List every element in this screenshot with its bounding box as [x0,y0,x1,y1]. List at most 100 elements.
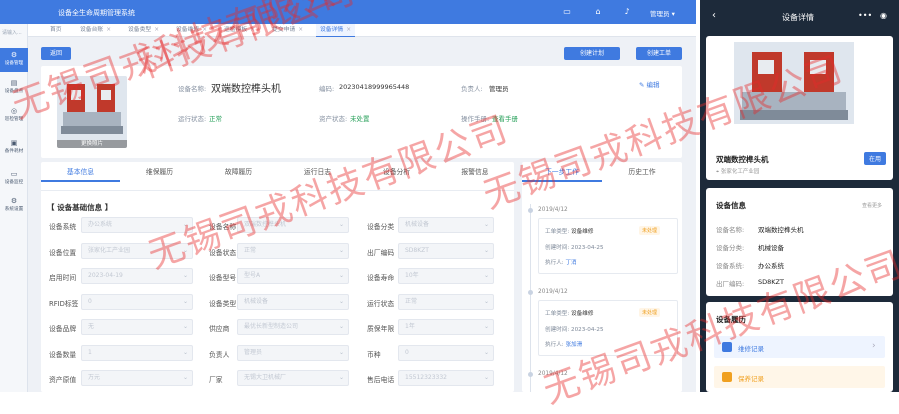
field-input[interactable]: 1 ⌄ [81,344,193,361]
chevron-down-icon: ⌄ [338,374,344,381]
tab-device-detail[interactable]: 设备详情 × [316,24,356,37]
bell-icon[interactable]: ♪ [622,7,632,17]
field-input[interactable]: 管理员 ⌄ [237,344,349,361]
view-more-link[interactable]: 查看更多 [862,202,882,209]
maintenance-record-item[interactable]: 保养记录 [714,366,885,388]
chevron-down-icon: ⌄ [182,297,188,305]
field-input[interactable]: 1年 ⌄ [398,319,494,335]
monitor-icon[interactable]: ▭ [562,7,572,17]
field-label: 售后电话 [367,376,395,384]
chevron-down-icon: ⌄ [338,323,344,330]
field-input[interactable]: 正常 ⌄ [398,293,494,310]
timeline-date: 2019/4/12 [538,207,568,213]
sidebar-search[interactable]: 请输入... [2,28,26,38]
settings-icon: ⚙ [10,197,18,205]
chevron-right-icon: › [872,341,876,351]
repair-record-item[interactable]: 维修记录 › [714,336,885,358]
history-title: 设备履历 [716,315,746,324]
chevron-down-icon: ⌄ [338,348,344,356]
field-input[interactable]: 0 ⌄ [81,293,193,310]
field-label: RFID标签 [49,299,79,308]
tab-apply[interactable]: 提交申请 × [268,24,307,37]
field-input[interactable]: 2023-04-19 ⌄ [81,268,193,284]
tab-run-log[interactable]: 运行日志 [278,162,357,182]
sidebar-item-device[interactable]: ⚙ 设备管理 [0,48,28,72]
info-value: 机械设备 [758,244,784,252]
sidebar-item-inventory[interactable]: ▤ 设备盘点 [0,76,28,100]
tab-maintenance[interactable]: 维保履历 [120,162,199,182]
field-input[interactable]: 办公系统 ⌄ [81,217,193,233]
field-label: 设备系统 [49,223,77,231]
chevron-down-icon: ⌄ [483,246,489,254]
field-label: 启用时间 [49,274,77,282]
mobile-info-card: 设备信息 查看更多 设备名称: 双端数控榫头机 设备分类: 机械设备 设备系统:… [706,188,893,296]
tab-alarm[interactable]: 报警信息 [436,162,514,182]
field-input[interactable]: 型号A ⌄ [237,268,349,284]
tab-repair[interactable]: 设备维修 × [172,24,211,37]
tab-template[interactable]: 巡检模板 × [220,24,259,37]
tab-ledger[interactable]: 设备台账 × [76,24,115,37]
tab-history-work[interactable]: 历史工作 [602,162,682,182]
field-label: 设备名称 [209,223,237,231]
field-input[interactable]: 15512323332 ⌄ [398,370,494,386]
sidebar-item-inspection[interactable]: ◎ 巡检管理 [0,104,28,128]
location-text: ⌖ 张家化工产业园 [716,169,760,175]
field-input[interactable]: 机械设备 ⌄ [237,293,349,310]
chevron-down-icon: ⌄ [182,374,188,381]
field-label: 质保年限 [367,325,395,333]
manual-link[interactable]: 查看手册 [492,113,518,123]
tab-analysis[interactable]: 设备分析 [357,162,436,182]
user-menu[interactable]: 管理员 ▾ [650,8,675,18]
field-input[interactable]: 张家化工产业园 ⌄ [81,242,193,259]
chevron-down-icon: ⌄ [338,221,344,228]
tab-next-work[interactable]: 下一步工作 [522,162,602,182]
back-button[interactable]: 返回 [41,47,71,60]
page-tabs: 首页 设备台账 × 设备类型 × 设备维修 × 巡检模板 × 提交申请 × 设备详情 × [28,24,696,37]
close-icon[interactable]: × [202,27,207,33]
app-title: 设备全生命周期管理系统 [58,9,135,17]
tab-home[interactable]: 首页 [46,24,66,37]
field-input[interactable]: 0 ⌄ [398,344,494,361]
create-order-button[interactable]: 创建工单 [636,47,682,60]
home-icon[interactable]: ⌂ [593,7,603,17]
tab-fault[interactable]: 故障履历 [199,162,278,182]
edit-button[interactable]: ✎ 编辑 [639,79,660,89]
run-status: 正常 [209,115,222,123]
mobile-header: ‹ 设备详情 ••• ◉ [700,0,899,32]
target-icon[interactable]: ◉ [880,11,887,20]
create-plan-button[interactable]: 创建计划 [564,47,620,60]
status-badge: 在用 [864,152,887,165]
field-input[interactable]: 10年 ⌄ [398,268,494,284]
field-input[interactable]: SD8KZT ⌄ [398,242,494,259]
repair-icon [722,342,732,352]
chevron-down-icon: ⌄ [483,272,489,279]
sidebar-item-parts[interactable]: ▣ 备件耗材 [0,136,28,160]
info-label: 设备分类: [716,244,745,252]
device-summary-card: 更换照片 设备名称: 双端数控榫头机 编码: 20230418999965448… [41,66,682,158]
close-icon[interactable]: × [250,27,255,33]
sidebar-item-monitor[interactable]: ▭ 设备监控 [0,167,28,191]
field-input[interactable]: 无锡大卫机械厂 ⌄ [237,370,349,386]
info-title: 设备信息 [716,201,746,210]
field-input[interactable]: 最优长新型制造公司 ⌄ [237,319,349,335]
tab-basic-info[interactable]: 基本信息 [41,162,120,182]
field-input[interactable]: 万元 ⌄ [81,370,193,386]
close-icon[interactable]: × [106,27,111,33]
change-photo-button[interactable]: 更换照片 [57,140,127,148]
back-arrow-icon[interactable]: ‹ [712,10,716,21]
field-input[interactable]: 机械设备 ⌄ [398,217,494,233]
field-input[interactable]: 无 ⌄ [81,319,193,335]
close-icon[interactable]: × [298,27,303,33]
more-icon[interactable]: ••• [858,11,872,20]
close-icon[interactable]: × [154,27,159,33]
mobile-title: 设备详情 [782,13,814,22]
close-icon[interactable]: × [346,27,351,33]
work-order-card[interactable]: 工单类型: 设备维修 未处理 创建时间: 2023-04-25 执行人: 张加滑 [538,300,678,356]
field-input[interactable]: 双端数控榫头机 ⌄ [237,217,349,233]
chevron-down-icon: ⌄ [182,246,188,254]
work-order-card[interactable]: 工单类型: 设备维修 未处理 创建时间: 2023-04-25 执行人: 丁消 [538,218,678,274]
sidebar-item-settings[interactable]: ⚙ 系统设置 [0,194,28,218]
mobile-history-card: 设备履历 维修记录 › 保养记录 [706,302,893,392]
field-input[interactable]: 正常 ⌄ [237,242,349,259]
tab-type[interactable]: 设备类型 × [124,24,163,37]
